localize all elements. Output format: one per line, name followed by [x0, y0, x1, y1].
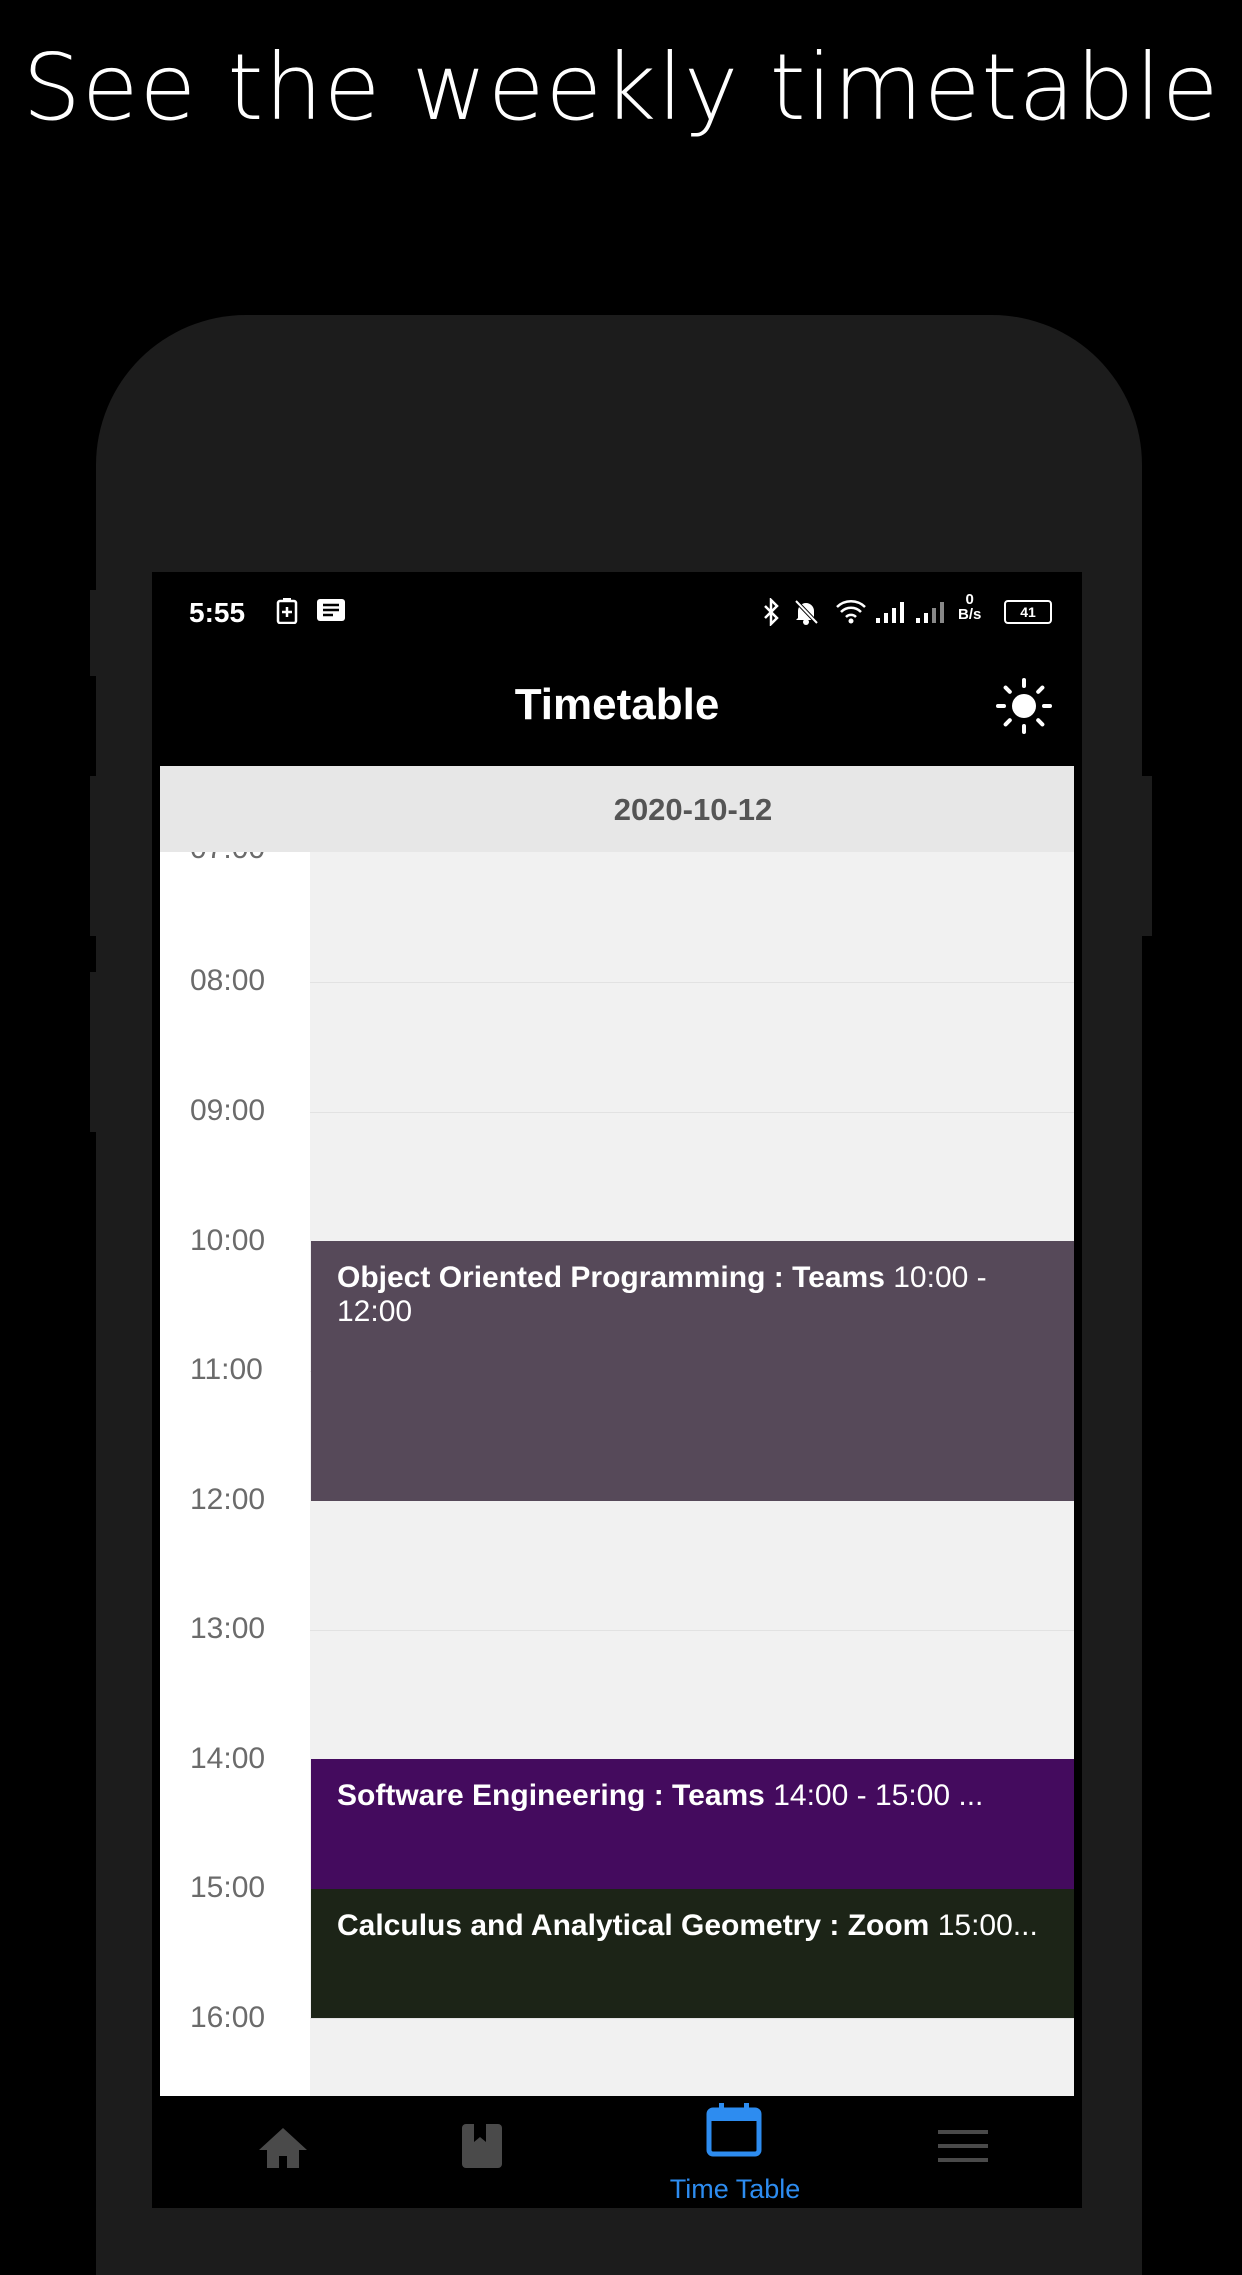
net-speed-unit: B/s [958, 606, 982, 623]
bluetooth-icon [762, 596, 780, 633]
hour-label: 10:00 [190, 1224, 266, 1257]
menu-icon [938, 2130, 988, 2162]
status-bar: 5:55 0 B/s 41 [152, 572, 1082, 652]
nav-menu[interactable] [892, 2096, 1032, 2208]
event-time: 14:00 - 15:00 ... [773, 1779, 984, 1812]
hour-label: 09:00 [190, 1094, 266, 1127]
battery-indicator: 41 [1004, 600, 1052, 624]
phone-side-button [1136, 776, 1152, 936]
hour-label: 13:00 [190, 1612, 266, 1645]
sun-icon [996, 678, 1052, 734]
nav-home[interactable] [212, 2096, 352, 2208]
message-icon [316, 598, 346, 629]
hour-label: 11:00 [190, 1353, 263, 1386]
theme-toggle-button[interactable] [994, 676, 1054, 736]
net-speed-value: 0 [965, 591, 974, 608]
event-block[interactable]: Object Oriented Programming : Teams 10:0… [311, 1241, 1074, 1501]
book-icon [462, 2124, 502, 2168]
signal-icon [874, 598, 910, 631]
event-title: Object Oriented Programming : Teams [337, 1261, 885, 1294]
phone-side-button [90, 776, 102, 936]
hour-gridline [310, 982, 1074, 983]
phone-screen: 5:55 0 B/s 41 Timetable 08:00 09:00 10:0… [152, 572, 1082, 2208]
promo-headline: See the weekly timetable [22, 34, 1220, 141]
home-icon [259, 2128, 307, 2168]
hour-label: 08:00 [190, 964, 266, 997]
date-header: 2020-10-12 [160, 766, 1074, 852]
nav-library[interactable] [412, 2096, 552, 2208]
nav-time-table[interactable]: Time Table [630, 2096, 840, 2208]
time-column [160, 852, 310, 2096]
event-time: 15:00... [937, 1909, 1038, 1942]
wifi-icon [835, 598, 867, 631]
date-label: 2020-10-12 [613, 792, 773, 827]
status-time: 5:55 [189, 597, 246, 628]
page-title: Timetable [514, 680, 720, 729]
battery-saver-icon [276, 598, 298, 631]
hour-label: 16:00 [190, 2001, 266, 2034]
event-block[interactable]: Calculus and Analytical Geometry : Zoom … [311, 1889, 1074, 2018]
mute-bell-icon [792, 598, 820, 633]
bottom-navigation: Time Table [152, 2096, 1082, 2208]
hour-label: 12:00 [190, 1483, 266, 1516]
hour-gridline [310, 1630, 1074, 1631]
signal-weak-icon [914, 598, 950, 631]
nav-label-time-table: Time Table [669, 2174, 801, 2204]
calendar-icon [706, 2103, 762, 2157]
hour-label: 15:00 [190, 1871, 266, 1904]
app-bar: Timetable [152, 652, 1082, 762]
phone-side-button [90, 972, 102, 1132]
event-title: Software Engineering : Teams [337, 1779, 765, 1812]
event-title: Calculus and Analytical Geometry : Zoom [337, 1909, 930, 1942]
phone-side-button [90, 590, 102, 676]
hour-label: 14:00 [190, 1742, 266, 1775]
event-block[interactable]: Software Engineering : Teams 14:00 - 15:… [311, 1759, 1074, 1889]
net-speed: 0 B/s [958, 592, 981, 622]
day-view[interactable]: 07:00 08:00 09:00 10:00 11:00 12:00 13:0… [160, 766, 1074, 2096]
hour-gridline [310, 1112, 1074, 1113]
hour-gridline [310, 2018, 1074, 2019]
